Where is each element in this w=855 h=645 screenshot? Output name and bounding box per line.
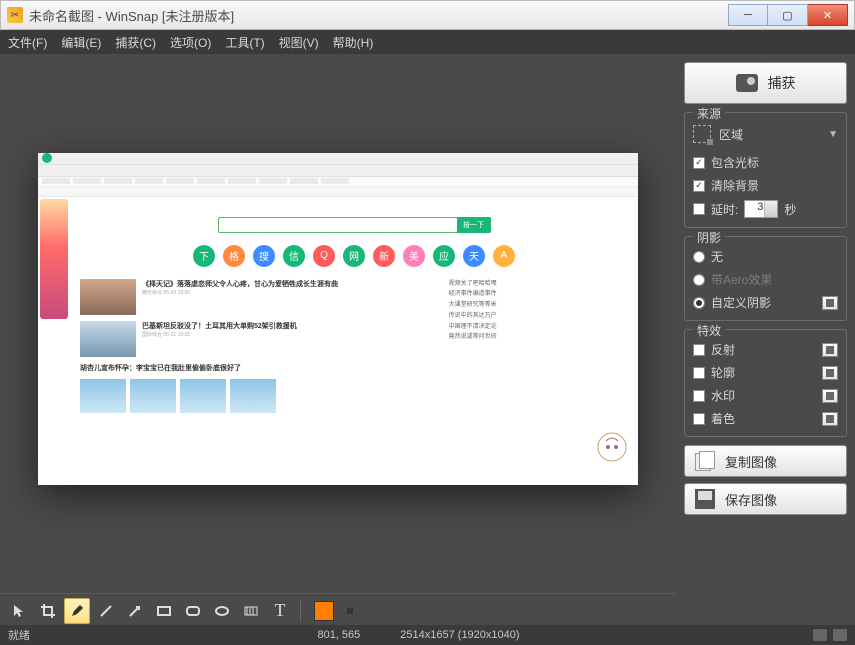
menu-file[interactable]: 文件(F) (8, 34, 47, 51)
captured-image[interactable]: 按一下 下格搜信Q网新美应天A 《择天记》落落虐恋师父令人心疼，甘心为爱牺牲成长… (38, 153, 638, 485)
source-group: 来源 区域 ▼ ✓ 包含光标 ✓ 清除背景 延时: 3 秒 (684, 112, 847, 228)
include-cursor-label: 包含光标 (711, 154, 759, 171)
clear-bg-label: 清除背景 (711, 177, 759, 194)
copy-image-button[interactable]: 复制图像 (684, 445, 847, 477)
app-icon (7, 7, 23, 23)
reflection-checkbox[interactable] (693, 344, 705, 356)
shadow-aero-radio (693, 274, 705, 286)
contour-settings-button[interactable] (822, 366, 838, 380)
side-panel: 捕获 来源 区域 ▼ ✓ 包含光标 ✓ 清除背景 延时: 3 秒 阴影 无 (676, 54, 855, 603)
menu-tools[interactable]: 工具(T) (225, 34, 264, 51)
watermark-checkbox[interactable] (693, 390, 705, 402)
source-title: 来源 (693, 105, 725, 122)
toolbar-separator (300, 600, 301, 622)
chevron-down-icon: ▼ (828, 129, 838, 140)
shadow-custom-label: 自定义阴影 (711, 294, 771, 311)
shadow-none-radio[interactable] (693, 251, 705, 263)
status-dimensions: 2514x1657 (1920x1040) (400, 629, 519, 641)
crop-tool[interactable] (35, 598, 61, 624)
menu-bar: 文件(F) 编辑(E) 捕获(C) 选项(O) 工具(T) 视图(V) 帮助(H… (0, 30, 855, 54)
menu-capture[interactable]: 捕获(C) (115, 34, 156, 51)
blur-tool[interactable] (238, 598, 264, 624)
save-label: 保存图像 (725, 490, 777, 509)
capture-label: 捕获 (768, 73, 796, 93)
shadow-none-label: 无 (711, 248, 723, 265)
region-icon (693, 125, 711, 143)
minimize-button[interactable]: ─ (728, 4, 768, 26)
menu-edit[interactable]: 编辑(E) (61, 34, 101, 51)
reflection-label: 反射 (711, 341, 735, 358)
contour-label: 轮廓 (711, 364, 735, 381)
shadow-title: 阴影 (693, 229, 725, 246)
copy-icon (695, 451, 715, 471)
clear-bg-checkbox[interactable]: ✓ (693, 180, 705, 192)
line-tool[interactable] (93, 598, 119, 624)
status-ready: 就绪 (8, 627, 30, 643)
pointer-tool[interactable] (6, 598, 32, 624)
pen-tool[interactable] (64, 598, 90, 624)
canvas-area[interactable]: 按一下 下格搜信Q网新美应天A 《择天记》落落虐恋师父令人心疼，甘心为爱牺牲成长… (0, 54, 676, 603)
tint-settings-button[interactable] (822, 412, 838, 426)
include-cursor-checkbox[interactable]: ✓ (693, 157, 705, 169)
source-mode-label: 区域 (719, 126, 743, 143)
reflection-settings-button[interactable] (822, 343, 838, 357)
brush-size-indicator[interactable] (347, 608, 353, 614)
menu-view[interactable]: 视图(V) (279, 34, 319, 51)
color-swatch[interactable] (314, 601, 334, 621)
title-bar: 未命名截图 - WinSnap [未注册版本] ─ ▢ ✕ (0, 0, 855, 30)
tint-checkbox[interactable] (693, 413, 705, 425)
contour-checkbox[interactable] (693, 367, 705, 379)
window-title: 未命名截图 - WinSnap [未注册版本] (29, 6, 728, 25)
arrow-tool[interactable] (122, 598, 148, 624)
delay-checkbox[interactable] (693, 203, 705, 215)
rectangle-tool[interactable] (151, 598, 177, 624)
delay-spinner[interactable]: 3 (744, 200, 778, 218)
shadow-aero-label: 带Aero效果 (711, 271, 772, 288)
shadow-custom-radio[interactable] (693, 297, 705, 309)
camera-icon (736, 74, 758, 92)
menu-options[interactable]: 选项(O) (170, 34, 211, 51)
effects-title: 特效 (693, 322, 725, 339)
menu-help[interactable]: 帮助(H) (333, 34, 374, 51)
watermark-settings-button[interactable] (822, 389, 838, 403)
status-icon-2[interactable] (833, 629, 847, 641)
status-icon-1[interactable] (813, 629, 827, 641)
tint-label: 着色 (711, 410, 735, 427)
save-icon (695, 489, 715, 509)
shadow-settings-button[interactable] (822, 296, 838, 310)
drawing-toolbar: T (0, 593, 676, 627)
close-button[interactable]: ✕ (808, 4, 848, 26)
shadow-group: 阴影 无 带Aero效果 自定义阴影 (684, 236, 847, 321)
status-bar: 就绪 801, 565 2514x1657 (1920x1040) (0, 625, 855, 645)
status-coords: 801, 565 (317, 629, 360, 641)
ellipse-tool[interactable] (209, 598, 235, 624)
window-buttons: ─ ▢ ✕ (728, 4, 848, 26)
capture-button[interactable]: 捕获 (684, 62, 847, 104)
text-tool[interactable]: T (267, 598, 293, 624)
copy-label: 复制图像 (725, 452, 777, 471)
source-mode-dropdown[interactable]: 区域 ▼ (693, 121, 838, 151)
delay-label: 延时: (711, 201, 738, 218)
effects-group: 特效 反射 轮廓 水印 着色 (684, 329, 847, 437)
maximize-button[interactable]: ▢ (768, 4, 808, 26)
delay-unit: 秒 (784, 201, 796, 218)
rounded-rect-tool[interactable] (180, 598, 206, 624)
save-image-button[interactable]: 保存图像 (684, 483, 847, 515)
watermark-label: 水印 (711, 387, 735, 404)
